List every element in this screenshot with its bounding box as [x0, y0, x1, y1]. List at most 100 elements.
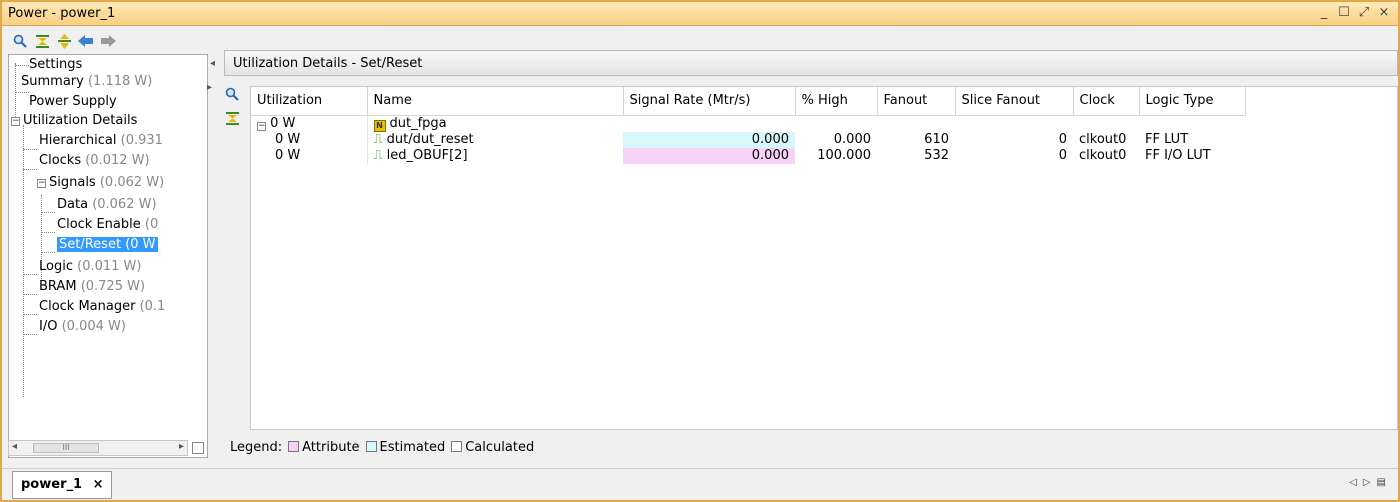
restore-icon[interactable]: ⤢	[1358, 5, 1370, 20]
row-slice-fanout-cell: 0	[1058, 131, 1067, 147]
table-row[interactable]: 0 W ⎍ led_OBUF[2] 0.000 100.000 532 0 clk…	[251, 147, 1245, 164]
title-bar[interactable]: Power - power_1 _ ☐ ⤢ ×	[2, 2, 1398, 26]
row-utilization-cell: 0 W	[251, 147, 368, 164]
tree-item-summary[interactable]: Summary (1.118 W)	[21, 72, 152, 92]
window-controls: _ ☐ ⤢ ×	[1318, 5, 1390, 20]
row-name-cell: ⎍ led_OBUF[2]	[373, 147, 468, 163]
legend-attribute: Attribute	[288, 440, 360, 455]
corner-button[interactable]	[192, 442, 204, 454]
attribute-swatch-icon	[288, 441, 300, 452]
row-clock-cell: clkout0	[1079, 147, 1127, 163]
expand-all-icon[interactable]	[56, 33, 72, 49]
row-signal-rate-cell[interactable]: 0.000	[623, 147, 795, 164]
legend-calculated: Calculated	[451, 440, 534, 455]
table-header-row: Utilization Name Signal Rate (Mtr/s) % H…	[251, 87, 1246, 116]
legend: Legend: Attribute Estimated Calculated	[230, 440, 534, 455]
legend-label: Legend:	[230, 440, 283, 455]
row-logic-type-cell	[1139, 115, 1245, 132]
row-name-cell: ⎍ dut/dut_reset	[373, 131, 474, 147]
panel-header: Utilization Details - Set/Reset	[224, 50, 1398, 76]
collapse-all-icon[interactable]	[34, 33, 50, 49]
column-header-signal-rate[interactable]: Signal Rate (Mtr/s)	[623, 87, 796, 116]
nav-tree[interactable]: Settings Summary (1.118 W) Power Supply …	[8, 54, 208, 458]
signal-icon: ⎍	[373, 131, 383, 147]
tree-item-utilization-details[interactable]: Utilization Details	[23, 111, 137, 131]
utilization-table: Utilization Name Signal Rate (Mtr/s) % H…	[251, 87, 1246, 164]
search-icon[interactable]	[12, 33, 28, 49]
row-signal-rate-cell	[623, 115, 795, 132]
splitter-collapse-arrow-icon[interactable]: ◂	[210, 58, 215, 69]
forward-arrow-icon[interactable]	[100, 33, 116, 49]
row-pct-high-cell	[795, 115, 877, 132]
row-logic-type-cell: FF I/O LUT	[1145, 147, 1211, 163]
collapse-all-icon[interactable]	[224, 110, 240, 126]
column-header-pct-high[interactable]: % High	[795, 87, 878, 116]
tree-item-signals[interactable]: Signals (0.062 W)	[49, 173, 164, 193]
column-header-utilization[interactable]: Utilization	[251, 87, 368, 116]
tree-horizontal-scrollbar[interactable]: ◂ III ▸	[8, 440, 188, 456]
table-row[interactable]: 0 W ⎍ dut/dut_reset 0.000 0.000 610 0 clk…	[251, 131, 1245, 148]
tree-item-power-supply[interactable]: Power Supply	[29, 92, 117, 112]
search-icon[interactable]	[224, 86, 240, 102]
calculated-swatch-icon	[451, 441, 463, 452]
row-slice-fanout-cell: 0	[1058, 147, 1067, 163]
module-icon: N	[373, 119, 386, 132]
column-header-logic-type[interactable]: Logic Type	[1139, 87, 1246, 116]
tree-item-clock-enable[interactable]: Clock Enable (0	[57, 215, 158, 235]
tree-item-set-reset[interactable]: Set/Reset (0 W	[57, 235, 158, 255]
maximize-icon[interactable]: ☐	[1338, 5, 1350, 20]
row-utilization-cell: 0 W	[251, 131, 368, 148]
splitter-expand-arrow-icon[interactable]: ▸	[207, 82, 212, 93]
tree-item-logic[interactable]: Logic (0.011 W)	[39, 257, 141, 277]
next-tab-icon[interactable]: ▷	[1363, 477, 1371, 488]
row-pct-high-cell: 100.000	[817, 147, 871, 163]
tree-item-io[interactable]: I/O (0.004 W)	[39, 317, 126, 337]
row-fanout-cell	[877, 115, 955, 132]
column-header-slice-fanout[interactable]: Slice Fanout	[955, 87, 1074, 116]
left-pane: Settings Summary (1.118 W) Power Supply …	[8, 28, 208, 458]
previous-tab-icon[interactable]: ◁	[1349, 477, 1357, 488]
row-clock-cell	[1073, 115, 1139, 132]
scroll-left-arrow-icon[interactable]: ◂	[12, 441, 17, 452]
close-icon[interactable]: ×	[1378, 5, 1390, 20]
table-row[interactable]: − 0 W Ndut_fpga	[251, 115, 1245, 132]
signal-icon: ⎍	[373, 147, 383, 163]
scroll-thumb[interactable]: III	[33, 443, 99, 453]
legend-estimated: Estimated	[365, 440, 445, 455]
power-window: Power - power_1 _ ☐ ⤢ × Settings Summary…	[0, 0, 1400, 502]
row-slice-fanout-cell	[955, 115, 1073, 132]
row-name-cell: Ndut_fpga	[367, 115, 623, 132]
tree-item-clock-manager[interactable]: Clock Manager (0.1	[39, 297, 165, 317]
minimize-icon[interactable]: _	[1318, 5, 1330, 20]
tree-item-bram[interactable]: BRAM (0.725 W)	[39, 277, 145, 297]
collapse-icon[interactable]: −	[257, 121, 266, 131]
row-utilization-cell: − 0 W	[251, 115, 368, 132]
tree-toolbar	[8, 28, 208, 54]
collapse-icon[interactable]: −	[11, 117, 20, 126]
window-title: Power - power_1	[8, 6, 116, 21]
row-logic-type-cell: FF LUT	[1145, 131, 1189, 147]
tree-item-data[interactable]: Data (0.062 W)	[57, 195, 157, 215]
row-clock-cell: clkout0	[1079, 131, 1127, 147]
row-pct-high-cell: 0.000	[833, 131, 871, 147]
collapse-icon[interactable]: −	[37, 179, 46, 188]
tab-power-1[interactable]: power_1 ×	[12, 471, 113, 499]
column-header-fanout[interactable]: Fanout	[877, 87, 956, 116]
tree-item-hierarchical[interactable]: Hierarchical (0.931	[39, 131, 163, 151]
estimated-swatch-icon	[365, 441, 377, 452]
column-header-name[interactable]: Name	[367, 87, 624, 116]
panel-title: Utilization Details - Set/Reset	[233, 56, 423, 71]
column-header-clock[interactable]: Clock	[1073, 87, 1140, 116]
utilization-table-area: Utilization Name Signal Rate (Mtr/s) % H…	[250, 86, 1398, 430]
tab-list-icon[interactable]: ▤	[1377, 477, 1386, 488]
tab-label: power_1	[21, 477, 83, 492]
close-tab-icon[interactable]: ×	[93, 477, 104, 492]
row-fanout-cell: 610	[924, 131, 949, 147]
row-fanout-cell: 532	[924, 147, 949, 163]
tab-nav-controls: ◁ ▷ ▤	[1349, 477, 1386, 488]
bottom-tab-bar: power_1 × ◁ ▷ ▤	[2, 468, 1398, 500]
back-arrow-icon[interactable]	[78, 33, 94, 49]
tree-item-clocks[interactable]: Clocks (0.012 W)	[39, 151, 150, 171]
scroll-right-arrow-icon[interactable]: ▸	[179, 441, 184, 452]
row-signal-rate-cell[interactable]: 0.000	[623, 131, 795, 148]
